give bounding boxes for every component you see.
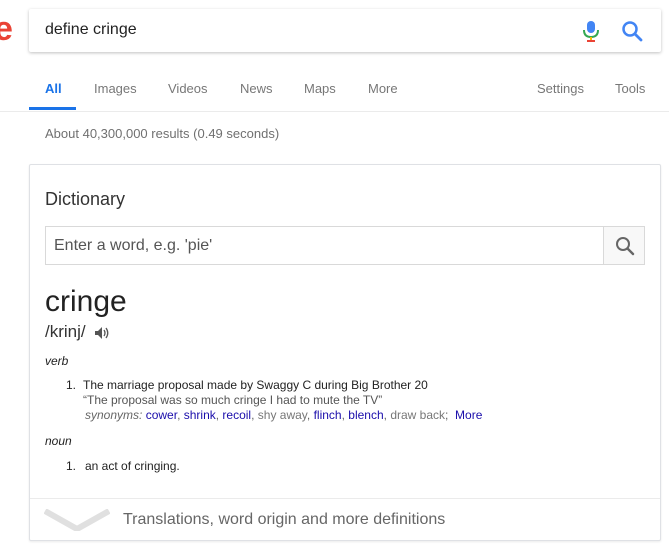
- google-logo-fragment[interactable]: e: [0, 10, 13, 49]
- mic-icon[interactable]: [581, 20, 601, 42]
- synonyms-label: synonyms:: [85, 408, 143, 422]
- phonetic-text: /krinj/: [45, 322, 86, 341]
- tab-maps[interactable]: Maps: [304, 81, 336, 96]
- part-of-speech-noun: noun: [45, 434, 72, 448]
- speaker-icon[interactable]: [94, 326, 110, 340]
- magnifier-icon: [616, 237, 635, 256]
- search-tabs-bar: All Images Videos News Maps More Setting…: [0, 64, 669, 112]
- headword: cringe: [45, 285, 127, 318]
- synonym-link[interactable]: shrink: [184, 408, 216, 422]
- search-input[interactable]: define cringe: [45, 21, 137, 39]
- synonyms-more-link[interactable]: More: [455, 408, 482, 422]
- synonym-text: draw back: [390, 408, 446, 422]
- search-box[interactable]: define cringe: [29, 9, 661, 52]
- dictionary-search-box: [45, 226, 645, 265]
- more-definitions-expander[interactable]: Translations, word origin and more defin…: [30, 498, 660, 541]
- tab-news[interactable]: News: [240, 81, 273, 96]
- definition-row: 1.: [66, 378, 84, 392]
- active-tab-indicator: [29, 107, 76, 110]
- tab-more[interactable]: More: [368, 81, 398, 96]
- tab-images[interactable]: Images: [94, 81, 137, 96]
- synonym-link[interactable]: recoil: [222, 408, 251, 422]
- tab-settings[interactable]: Settings: [537, 81, 584, 96]
- tab-all[interactable]: All: [45, 81, 62, 96]
- dictionary-title: Dictionary: [45, 189, 126, 209]
- definition-text: The marriage proposal made by Swaggy C d…: [83, 378, 428, 392]
- more-definitions-text: Translations, word origin and more defin…: [123, 511, 446, 528]
- synonym-link[interactable]: flinch: [314, 408, 342, 422]
- tab-videos[interactable]: Videos: [168, 81, 208, 96]
- dictionary-word-input[interactable]: [46, 227, 604, 264]
- chevron-down-icon: [44, 509, 110, 531]
- tab-tools[interactable]: Tools: [615, 81, 645, 96]
- phonetic-row: /krinj/: [45, 322, 110, 342]
- synonym-link[interactable]: cower: [146, 408, 177, 422]
- part-of-speech-verb: verb: [45, 354, 69, 368]
- synonyms-row: synonyms: cower, shrink, recoil, shy awa…: [85, 408, 483, 422]
- definition-text: an act of cringing.: [85, 459, 180, 473]
- synonym-text: shy away: [257, 408, 307, 422]
- result-stats: About 40,300,000 results (0.49 seconds): [45, 126, 280, 141]
- dictionary-card: Dictionary cringe /krinj/ verb 1. The ma…: [29, 164, 661, 541]
- definition-number: 1.: [66, 378, 77, 392]
- definition-example: “The proposal was so much cringe I had t…: [83, 393, 383, 407]
- definition-number: 1.: [66, 459, 77, 473]
- definition-row: 1.: [66, 459, 84, 473]
- synonym-link[interactable]: blench: [348, 408, 383, 422]
- dictionary-search-button[interactable]: [603, 227, 644, 264]
- search-icon[interactable]: [621, 20, 643, 42]
